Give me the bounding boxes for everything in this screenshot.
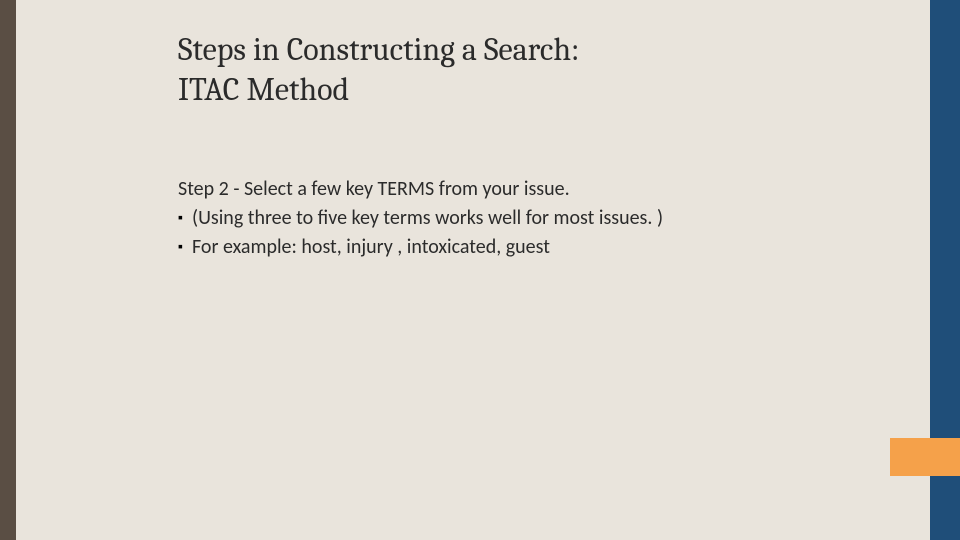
square-bullet-icon: ▪	[178, 205, 192, 231]
title-line-2: ITAC Method	[178, 71, 349, 108]
body-content: Step 2 - Select a few key TERMS from you…	[178, 176, 818, 263]
square-bullet-icon: ▪	[178, 234, 192, 260]
bullet-text: For example: host, injury , intoxicated,…	[192, 234, 818, 261]
step-heading: Step 2 - Select a few key TERMS from you…	[178, 176, 818, 203]
title-line-1: Steps in Constructing a Search:	[178, 31, 580, 68]
bullet-item: ▪ (Using three to five key terms works w…	[178, 205, 818, 232]
slide-title: Steps in Constructing a Search: ITAC Met…	[178, 30, 738, 110]
bullet-text: (Using three to five key terms works wel…	[192, 205, 818, 232]
orange-accent-tab	[890, 438, 960, 476]
left-accent-stripe	[0, 0, 16, 540]
bullet-item: ▪ For example: host, injury , intoxicate…	[178, 234, 818, 261]
